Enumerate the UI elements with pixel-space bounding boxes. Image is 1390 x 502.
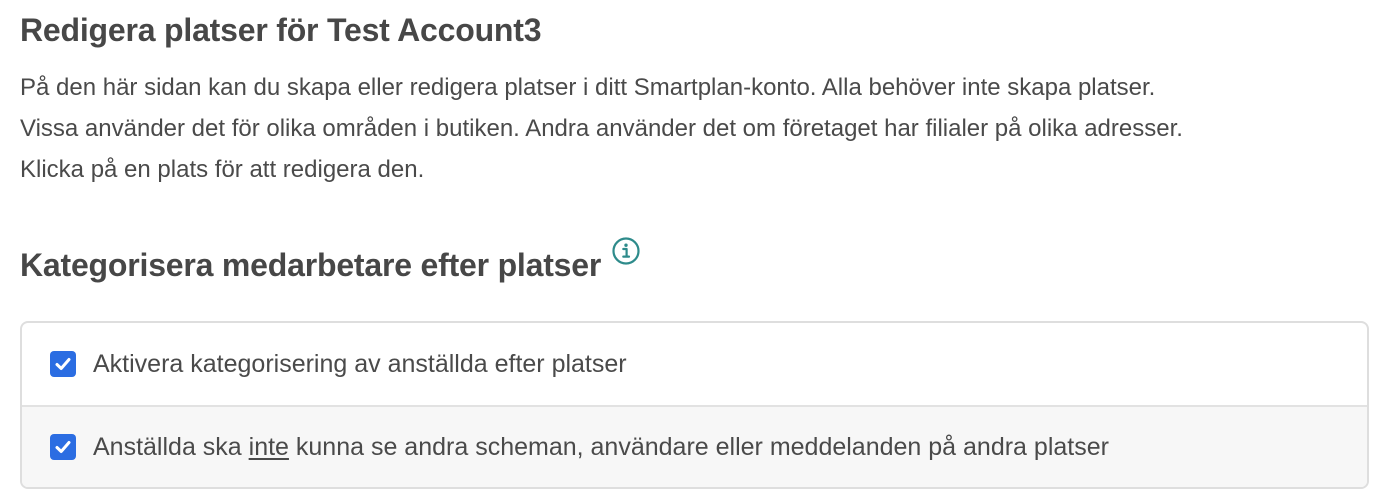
- option-label-end: kunna se andra scheman, användare eller …: [288, 432, 1109, 461]
- option-label-start: Anställda ska: [93, 432, 249, 461]
- info-circle-icon[interactable]: [611, 236, 641, 266]
- page-title: Redigera platser för Test Account3: [20, 12, 542, 48]
- option-enable-categorization[interactable]: Aktivera kategorisering av anställda eft…: [22, 323, 1367, 405]
- enable-categorization-checkbox[interactable]: [50, 351, 76, 377]
- option-restrict-visibility[interactable]: Anställda ska inte kunna se andra schema…: [22, 405, 1367, 487]
- location-settings-panel: Aktivera kategorisering av anställda eft…: [20, 321, 1369, 489]
- section-header: Kategorisera medarbetare efter platser: [20, 236, 1370, 285]
- checkmark-icon: [55, 358, 71, 370]
- option-label-emphasis: inte: [248, 432, 289, 461]
- intro-line: Vissa använder det för olika områden i b…: [20, 115, 1183, 142]
- intro-line: På den här sidan kan du skapa eller redi…: [20, 74, 1156, 101]
- intro-text: På den här sidan kan du skapa eller redi…: [20, 67, 1370, 190]
- section-title: Kategorisera medarbetare efter platser: [20, 247, 602, 283]
- option-label: Aktivera kategorisering av anställda eft…: [93, 349, 627, 378]
- intro-line: Klicka på en plats för att redigera den.: [20, 156, 425, 183]
- page: Redigera platser för Test Account3 På de…: [0, 0, 1390, 502]
- checkmark-icon: [55, 441, 71, 453]
- restrict-visibility-checkbox[interactable]: [50, 434, 76, 460]
- option-label: Anställda ska inte kunna se andra schema…: [93, 433, 1109, 462]
